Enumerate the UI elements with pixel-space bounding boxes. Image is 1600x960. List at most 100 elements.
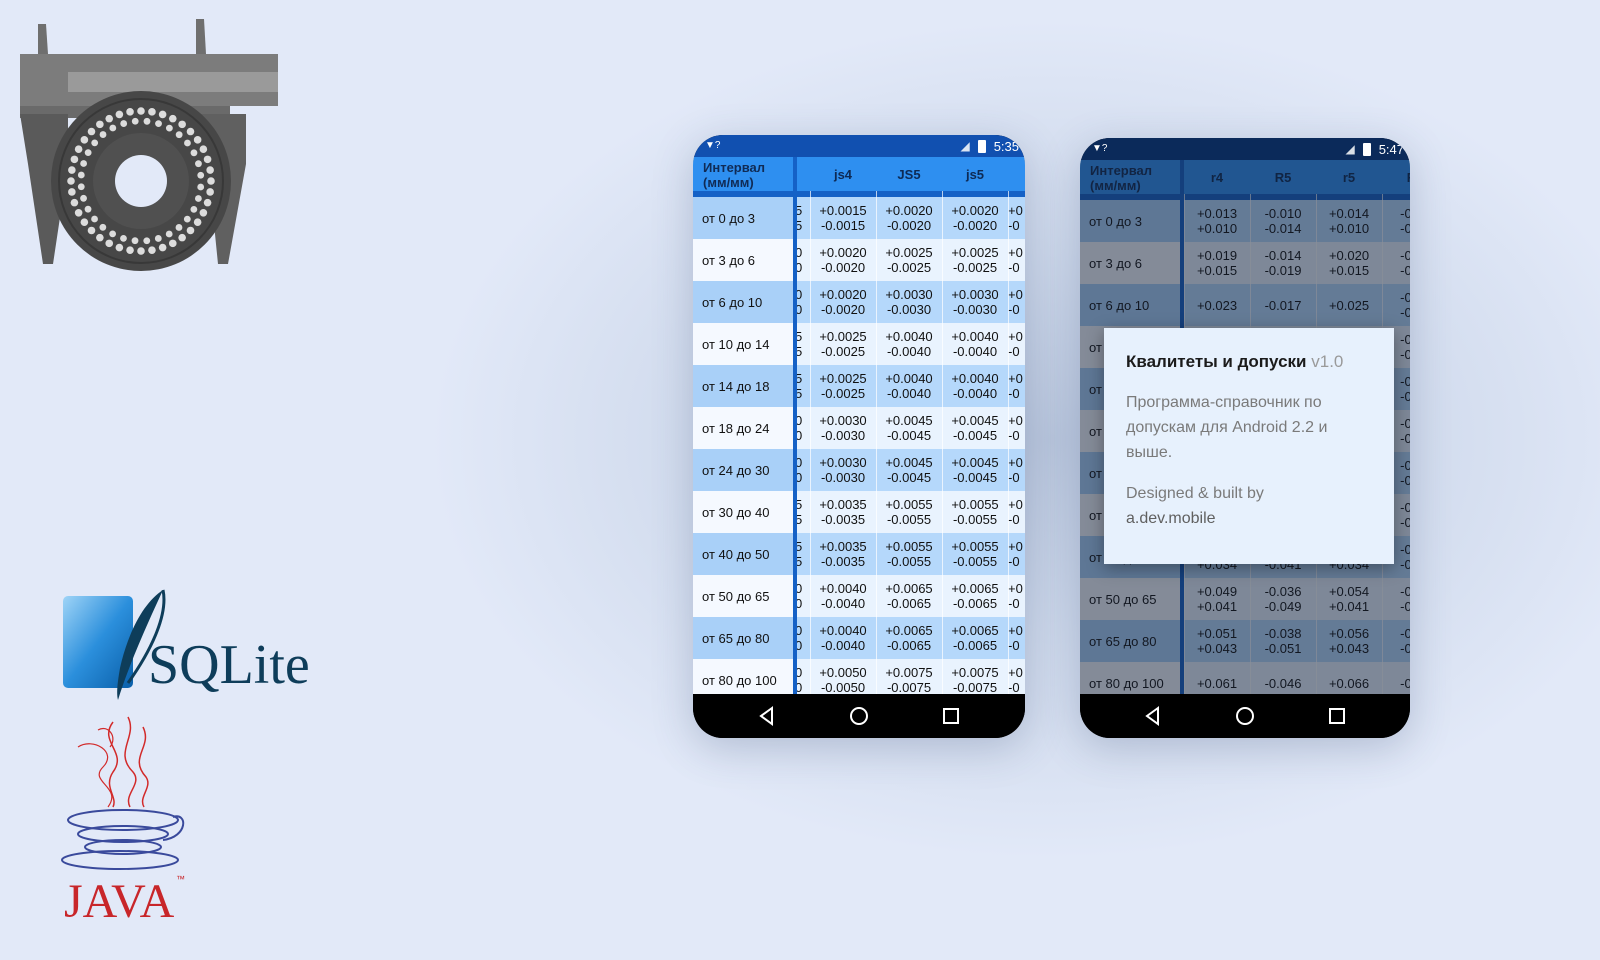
column-separator (1008, 191, 1009, 694)
table-cell-partial: +0 -0 (1008, 659, 1025, 694)
cell-value: +0.0055 (885, 539, 933, 554)
cell-value: -0.0075 (886, 680, 932, 694)
cell-value: +0.0020 (819, 245, 867, 260)
wifi-icon: ▼? (705, 140, 721, 151)
cell-value: +0 (1008, 245, 1023, 260)
cell-value: +0.0065 (885, 623, 933, 638)
recents-icon[interactable] (1326, 705, 1348, 727)
table-row[interactable]: от 14 до 18 5 5 +0.0025 -0.0025 +0.0040 -0.004… (693, 365, 1025, 407)
table-row[interactable]: от 65 до 80 0 0 +0.0040 -0.0040 +0.0065 -0.006… (693, 617, 1025, 659)
column-header-js5[interactable]: js5 (942, 157, 1008, 191)
table-cell: +0.0040 -0.0040 (810, 617, 876, 659)
table-cell: +0.0065 -0.0065 (876, 575, 942, 617)
cell-value: -0.0050 (820, 680, 866, 694)
table-row[interactable]: от 80 до 100 0 0 +0.0050 -0.0050 +0.0075 -0.00… (693, 659, 1025, 694)
table-cell-partial: +0 -0 (1008, 323, 1025, 365)
table-row[interactable]: от 10 до 14 5 5 +0.0025 -0.0025 +0.0040 -0.004… (693, 323, 1025, 365)
sqlite-logo: SQLite (63, 589, 310, 700)
dialog-body: Программа-справочник по допускам для And… (1126, 394, 1328, 461)
cell-value: -0.0055 (886, 512, 932, 527)
cell-value: +0 (1008, 371, 1023, 386)
home-icon[interactable] (1234, 705, 1256, 727)
cell-value: -0 (1008, 386, 1020, 401)
column-header-js5[interactable]: JS5 (876, 157, 942, 191)
table-row[interactable]: от 50 до 65 0 0 +0.0040 -0.0040 +0.0065 -0.006… (693, 575, 1025, 617)
dialog-title-text: Квалитеты и допуски (1126, 352, 1307, 371)
table-row[interactable]: от 0 до 3 5 5 +0.0015 -0.0015 +0.0020 -0.0020 +… (693, 197, 1025, 239)
cell-value: -0.0025 (886, 260, 932, 275)
table-row[interactable]: от 3 до 6 0 0 +0.0020 -0.0020 +0.0025 -0.0025 +… (693, 239, 1025, 281)
cell-value: -0.0075 (952, 680, 998, 694)
row-interval-label: от 14 до 18 (693, 365, 793, 407)
cell-value: +0.0040 (885, 371, 933, 386)
sqlite-wordmark: SQLite (148, 634, 310, 696)
cell-value: -0.0045 (886, 428, 932, 443)
cell-value: -0.0040 (886, 386, 932, 401)
column-header-js4[interactable]: js4 (810, 157, 876, 191)
tolerance-table[interactable]: Интервал (мм/мм) r4R5r5R6 от 0 до 3+0.01… (1080, 160, 1410, 694)
row-interval-label: от 10 до 14 (693, 323, 793, 365)
back-icon[interactable] (1142, 705, 1164, 727)
column-separator (810, 191, 811, 694)
table-cell: +0.0030 -0.0030 (810, 407, 876, 449)
row-interval-label: от 24 до 30 (693, 449, 793, 491)
home-icon[interactable] (848, 705, 870, 727)
cell-value: -0.0030 (952, 302, 998, 317)
cell-value: -0.0040 (820, 596, 866, 611)
table-cell: +0.0075 -0.0075 (942, 659, 1008, 694)
table-cell: +0.0055 -0.0055 (942, 533, 1008, 575)
table-cell-partial: +0 -0 (1008, 365, 1025, 407)
cell-value: +0.0075 (885, 665, 933, 680)
cell-value: +0 (1008, 329, 1023, 344)
cell-value: +0.0055 (951, 497, 999, 512)
table-cell-partial: +0 -0 (1008, 533, 1025, 575)
cell-value: +0.0020 (951, 203, 999, 218)
cell-value: -0 (1008, 638, 1020, 653)
cell-value: -0.0020 (820, 302, 866, 317)
table-row[interactable]: от 24 до 30 0 0 +0.0030 -0.0030 +0.0045 -0.004… (693, 449, 1025, 491)
table-cell: +0.0055 -0.0055 (876, 491, 942, 533)
cell-value: +0.0040 (819, 581, 867, 596)
table-row[interactable]: от 30 до 40 5 5 +0.0035 -0.0035 +0.0055 -0.005… (693, 491, 1025, 533)
cell-value: +0.0065 (951, 623, 999, 638)
column-separator (876, 191, 877, 694)
cell-value: +0 (1008, 455, 1023, 470)
caliper-bearing-icon (20, 19, 278, 271)
cell-value: +0.0025 (819, 329, 867, 344)
table-row[interactable]: от 18 до 24 0 0 +0.0030 -0.0030 +0.0045 -0.004… (693, 407, 1025, 449)
cell-value: +0 (1008, 413, 1023, 428)
table-cell: +0.0035 -0.0035 (810, 533, 876, 575)
table-cell: +0.0065 -0.0065 (942, 617, 1008, 659)
cell-value: +0 (1008, 203, 1023, 218)
cell-value: +0.0030 (819, 455, 867, 470)
phone-screenshot-table: ▼? ◢ 5:35 Интервал (мм/мм) js4 JS5 js5 от … (693, 135, 1025, 738)
battery-icon (977, 139, 986, 153)
cell-value: -0.0020 (886, 218, 932, 233)
cell-value: -0.0030 (820, 428, 866, 443)
about-dialog[interactable]: Квалитеты и допуски v1.0 Программа-справ… (1104, 328, 1394, 564)
cell-value: +0.0055 (951, 539, 999, 554)
table-row[interactable]: от 6 до 10 0 0 +0.0020 -0.0020 +0.0030 -0.0030… (693, 281, 1025, 323)
row-interval-label: от 30 до 40 (693, 491, 793, 533)
cell-value: +0.0045 (951, 413, 999, 428)
java-tm: ™ (176, 874, 185, 884)
back-icon[interactable] (756, 705, 778, 727)
cell-value: -0.0040 (952, 386, 998, 401)
cell-value: -0.0025 (820, 386, 866, 401)
cell-value: +0.0065 (885, 581, 933, 596)
table-row[interactable]: от 40 до 50 5 5 +0.0035 -0.0035 +0.0055 -0.005… (693, 533, 1025, 575)
cell-value: -0.0045 (952, 470, 998, 485)
table-cell: +0.0025 -0.0025 (810, 365, 876, 407)
tolerance-table[interactable]: Интервал (мм/мм) js4 JS5 js5 от 0 до 3 5 5 +0… (693, 157, 1025, 694)
dialog-credit: Designed & built by (1126, 485, 1264, 502)
cell-value: -0.0035 (820, 512, 866, 527)
row-interval-label: от 50 до 65 (693, 575, 793, 617)
cell-value: +0.0030 (819, 413, 867, 428)
table-cell: +0.0030 -0.0030 (876, 281, 942, 323)
cell-value: +0 (1008, 581, 1023, 596)
cell-value: +0 (1008, 497, 1023, 512)
dialog-author-link[interactable]: a.dev.mobile (1126, 506, 1372, 531)
recents-icon[interactable] (940, 705, 962, 727)
table-cell-partial: +0 -0 (1008, 197, 1025, 239)
cell-value: -0.0065 (952, 596, 998, 611)
